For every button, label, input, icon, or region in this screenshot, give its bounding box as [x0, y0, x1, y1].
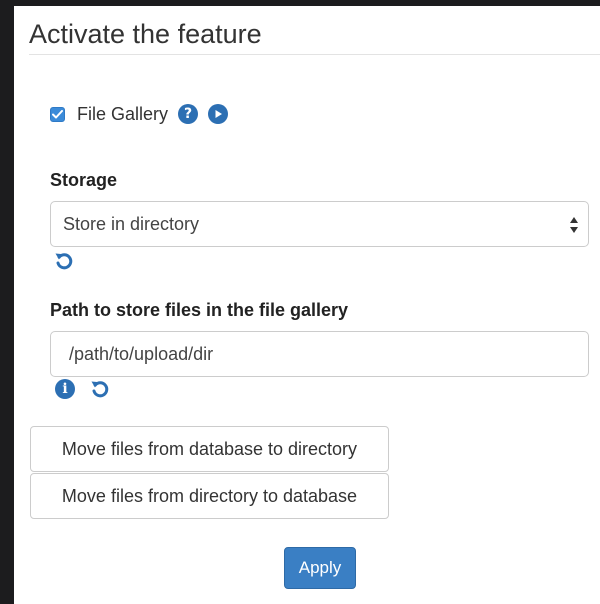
path-label: Path to store files in the file gallery	[50, 300, 349, 320]
help-question-icon[interactable]: ?	[178, 104, 199, 124]
title-divider	[29, 54, 600, 55]
upload-path-input[interactable]: /path/to/upload/dir	[50, 331, 589, 377]
check-icon	[52, 109, 63, 118]
page-title: Activate the feature	[29, 19, 262, 49]
move-db-to-dir-button[interactable]: Move files from database to directory	[30, 426, 389, 472]
storage-select[interactable]: Store in directory	[50, 201, 589, 247]
storage-reset-icon[interactable]	[54, 251, 74, 271]
play-circle-icon[interactable]	[208, 104, 229, 124]
info-icon[interactable]: i	[55, 379, 75, 399]
feature-row: File Gallery ?	[50, 102, 229, 126]
storage-selected-value: Store in directory	[63, 213, 200, 234]
apply-button[interactable]: Apply	[284, 547, 356, 589]
move-dir-to-db-button[interactable]: Move files from directory to database	[30, 473, 389, 519]
file-gallery-checkbox[interactable]	[50, 106, 65, 122]
upload-path-value: /path/to/upload/dir	[69, 343, 214, 364]
path-reset-icon[interactable]	[90, 379, 110, 399]
file-gallery-label: File Gallery	[77, 103, 169, 124]
select-arrows-icon	[570, 217, 578, 233]
feature-panel: Activate the feature File Gallery ? Stor…	[14, 6, 600, 604]
storage-label: Storage	[50, 170, 118, 190]
